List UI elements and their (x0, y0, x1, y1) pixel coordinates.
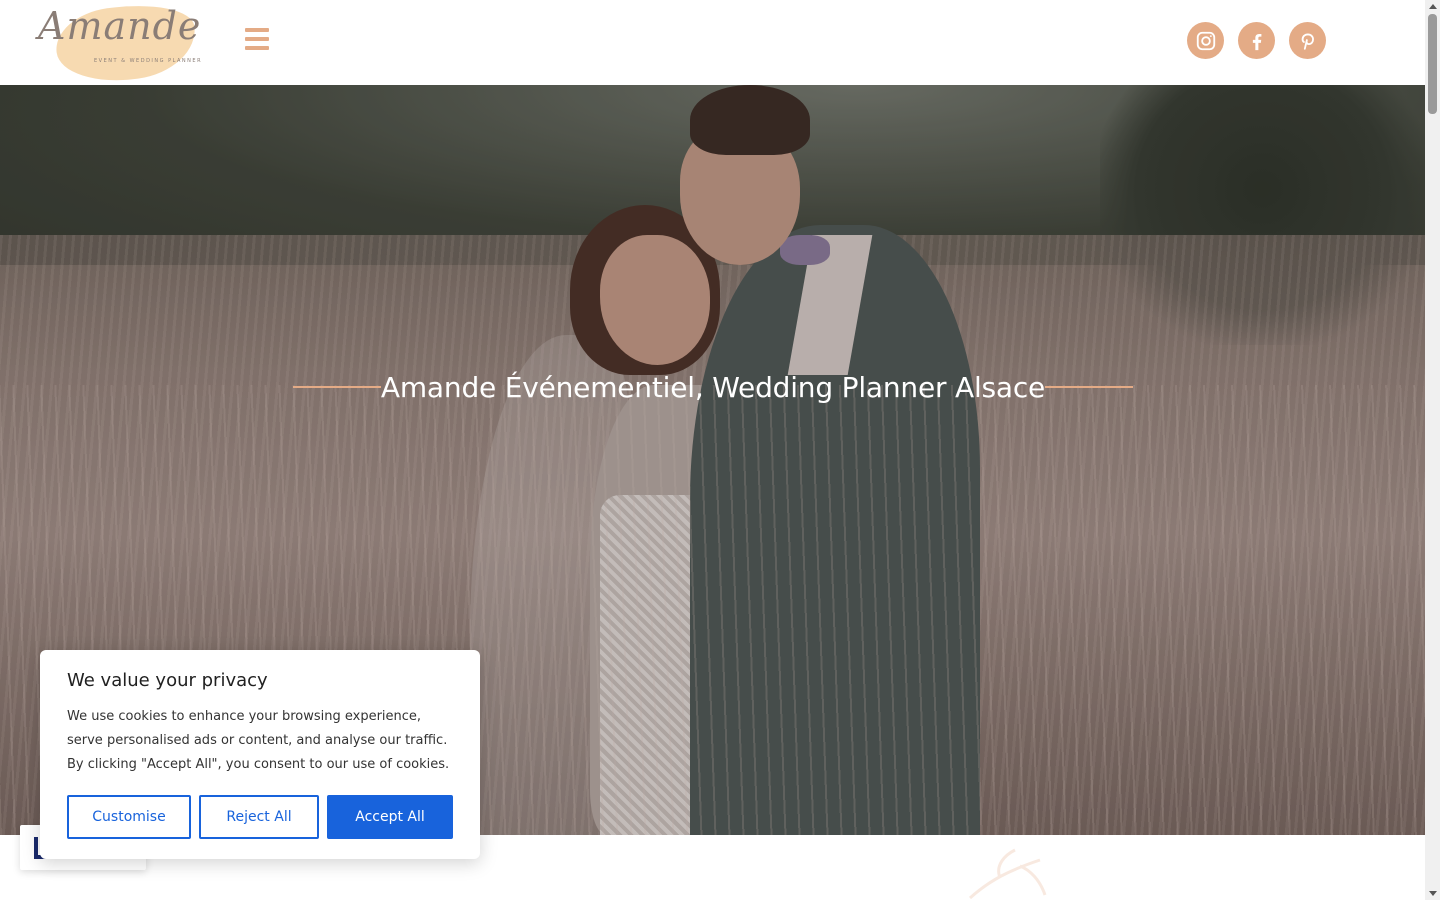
scroll-down-icon[interactable] (1429, 891, 1437, 896)
cookie-banner-text: We use cookies to enhance your browsing … (67, 709, 450, 772)
pinterest-icon[interactable] (1289, 22, 1326, 59)
scroll-thumb[interactable] (1428, 14, 1437, 114)
hero-heading-wrap: Amande Événementiel, Wedding Planner Als… (293, 367, 1133, 407)
customise-button[interactable]: Customise (67, 795, 191, 839)
logo-wordmark: Amande (38, 4, 202, 48)
site-header: Amande EVENT & WEDDING PLANNER (0, 0, 1425, 90)
instagram-icon[interactable] (1187, 22, 1224, 59)
hero-divider-right (1045, 386, 1133, 388)
scroll-up-icon[interactable] (1429, 4, 1437, 9)
floral-decoration-icon (968, 848, 1047, 900)
cookie-banner-title: We value your privacy (67, 670, 268, 691)
hero-title: Amande Événementiel, Wedding Planner Als… (380, 370, 1046, 404)
hero-divider-left (293, 386, 381, 388)
hamburger-menu-icon[interactable] (245, 28, 269, 50)
logo-tagline: EVENT & WEDDING PLANNER (94, 58, 203, 64)
accept-all-button[interactable]: Accept All (327, 795, 453, 839)
site-logo[interactable]: Amande EVENT & WEDDING PLANNER (36, 0, 202, 90)
facebook-icon[interactable] (1238, 22, 1275, 59)
cookie-consent-banner: We value your privacy We use cookies to … (40, 650, 480, 859)
reject-all-button[interactable]: Reject All (199, 795, 319, 839)
cookie-banner-actions: Customise Reject All Accept All (67, 795, 453, 839)
page-scrollbar[interactable] (1425, 0, 1440, 900)
